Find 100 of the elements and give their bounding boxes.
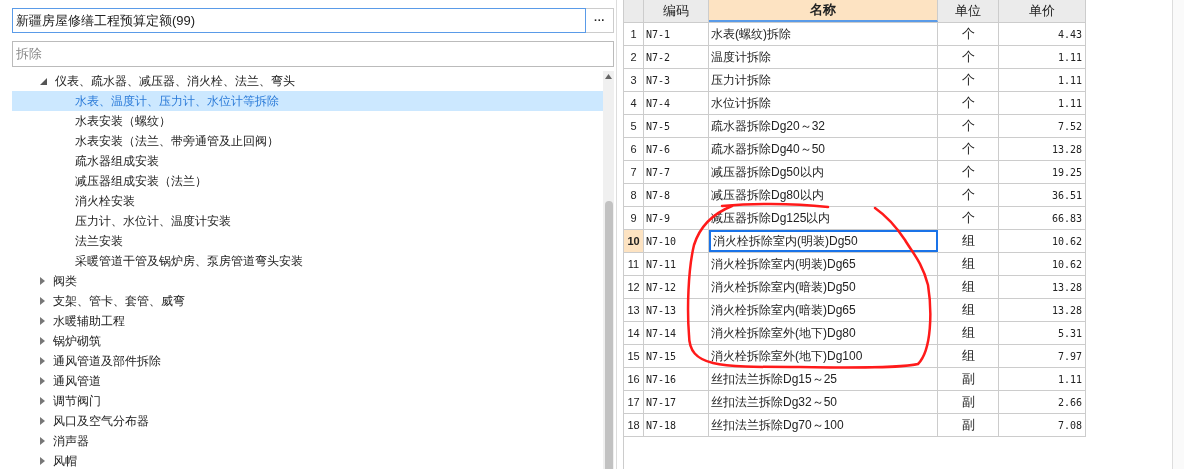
column-header[interactable]: 名称 bbox=[709, 0, 938, 22]
tree-item[interactable]: 通风管道 bbox=[12, 371, 603, 391]
price-cell: 19.25 bbox=[999, 161, 1086, 183]
name-cell[interactable]: 压力计拆除 bbox=[709, 69, 938, 91]
unit-cell: 组 bbox=[938, 345, 999, 367]
tree-item[interactable]: 通风管道及部件拆除 bbox=[12, 351, 603, 371]
tree-item[interactable]: 压力计、水位计、温度计安装 bbox=[12, 211, 603, 231]
price-cell: 1.11 bbox=[999, 69, 1086, 91]
name-cell[interactable]: 温度计拆除 bbox=[709, 46, 938, 68]
tree-item[interactable]: 水暖辅助工程 bbox=[12, 311, 603, 331]
code-cell: N7-17 bbox=[644, 391, 709, 413]
unit-cell: 个 bbox=[938, 115, 999, 137]
expand-arrow-icon[interactable] bbox=[40, 377, 45, 385]
row-number: 12 bbox=[624, 276, 644, 298]
tree-item[interactable]: 风口及空气分布器 bbox=[12, 411, 603, 431]
unit-cell: 组 bbox=[938, 253, 999, 275]
code-cell: N7-9 bbox=[644, 207, 709, 229]
name-cell[interactable]: 消火栓拆除室外(地下)Dg80 bbox=[709, 322, 938, 344]
tree-item[interactable]: 减压器组成安装（法兰） bbox=[12, 171, 603, 191]
code-cell: N7-7 bbox=[644, 161, 709, 183]
name-cell[interactable]: 疏水器拆除Dg40～50 bbox=[709, 138, 938, 160]
column-header[interactable]: 单价 bbox=[999, 0, 1086, 22]
scroll-up-icon[interactable] bbox=[605, 74, 612, 79]
tree-item[interactable]: 水表安装（法兰、带旁通管及止回阀） bbox=[12, 131, 603, 151]
name-cell[interactable]: 丝扣法兰拆除Dg70～100 bbox=[709, 414, 938, 436]
name-cell[interactable]: 减压器拆除Dg80以内 bbox=[709, 184, 938, 206]
name-cell[interactable]: 消火栓拆除室内(暗装)Dg65 bbox=[709, 299, 938, 321]
more-button[interactable]: ··· bbox=[586, 8, 614, 33]
tree-item[interactable]: 锅炉砌筑 bbox=[12, 331, 603, 351]
scrollbar[interactable] bbox=[603, 71, 614, 469]
name-cell[interactable]: 丝扣法兰拆除Dg32～50 bbox=[709, 391, 938, 413]
expand-arrow-icon[interactable] bbox=[40, 417, 45, 425]
tree-item[interactable]: 水表、温度计、压力计、水位计等拆除 bbox=[12, 91, 603, 111]
expand-arrow-icon[interactable] bbox=[40, 317, 45, 325]
name-cell[interactable]: 消火栓拆除室内(明装)Dg65 bbox=[709, 253, 938, 275]
expand-arrow-icon[interactable] bbox=[40, 457, 45, 465]
tree-item[interactable]: 疏水器组成安装 bbox=[12, 151, 603, 171]
code-cell: N7-12 bbox=[644, 276, 709, 298]
unit-cell: 组 bbox=[938, 230, 999, 252]
row-number: 2 bbox=[624, 46, 644, 68]
collapse-arrow-icon[interactable] bbox=[40, 77, 47, 85]
code-cell: N7-6 bbox=[644, 138, 709, 160]
expand-arrow-icon[interactable] bbox=[40, 437, 45, 445]
name-cell[interactable]: 消火栓拆除室内(明装)Dg50 bbox=[709, 230, 938, 252]
library-field[interactable]: 新疆房屋修缮工程预算定额(99) bbox=[12, 8, 586, 33]
price-cell: 7.52 bbox=[999, 115, 1086, 137]
code-cell: N7-5 bbox=[644, 115, 709, 137]
price-cell: 66.83 bbox=[999, 207, 1086, 229]
price-cell: 1.11 bbox=[999, 368, 1086, 390]
price-cell: 7.08 bbox=[999, 414, 1086, 436]
unit-cell: 个 bbox=[938, 92, 999, 114]
price-cell: 13.28 bbox=[999, 276, 1086, 298]
column-header[interactable]: 单位 bbox=[938, 0, 999, 22]
name-cell[interactable]: 减压器拆除Dg50以内 bbox=[709, 161, 938, 183]
unit-cell: 个 bbox=[938, 207, 999, 229]
expand-arrow-icon[interactable] bbox=[40, 337, 45, 345]
expand-arrow-icon[interactable] bbox=[40, 397, 45, 405]
tree-item[interactable]: 调节阀门 bbox=[12, 391, 603, 411]
tree-item[interactable]: 消声器 bbox=[12, 431, 603, 451]
price-cell: 7.97 bbox=[999, 345, 1086, 367]
row-number: 10 bbox=[624, 230, 644, 252]
unit-cell: 副 bbox=[938, 414, 999, 436]
name-cell[interactable]: 水表(螺纹)拆除 bbox=[709, 23, 938, 45]
tree-item[interactable]: 支架、管卡、套管、威弯 bbox=[12, 291, 603, 311]
code-cell: N7-14 bbox=[644, 322, 709, 344]
name-cell[interactable]: 消火栓拆除室外(地下)Dg100 bbox=[709, 345, 938, 367]
row-number: 9 bbox=[624, 207, 644, 229]
unit-cell: 个 bbox=[938, 69, 999, 91]
expand-arrow-icon[interactable] bbox=[40, 357, 45, 365]
scrollbar-thumb[interactable] bbox=[604, 201, 613, 469]
tree-item[interactable]: 仪表、疏水器、减压器、消火栓、法兰、弯头 bbox=[12, 71, 603, 91]
name-cell[interactable]: 疏水器拆除Dg20～32 bbox=[709, 115, 938, 137]
row-number: 5 bbox=[624, 115, 644, 137]
row-number: 7 bbox=[624, 161, 644, 183]
unit-cell: 个 bbox=[938, 161, 999, 183]
expand-arrow-icon[interactable] bbox=[40, 277, 45, 285]
expand-arrow-icon[interactable] bbox=[40, 297, 45, 305]
code-cell: N7-10 bbox=[644, 230, 709, 252]
unit-cell: 个 bbox=[938, 23, 999, 45]
tree-item[interactable]: 采暖管道干管及锅炉房、泵房管道弯头安装 bbox=[12, 251, 603, 271]
unit-cell: 组 bbox=[938, 276, 999, 298]
row-number: 17 bbox=[624, 391, 644, 413]
code-cell: N7-1 bbox=[644, 23, 709, 45]
tree-item[interactable]: 水表安装（螺纹） bbox=[12, 111, 603, 131]
name-cell[interactable]: 丝扣法兰拆除Dg15～25 bbox=[709, 368, 938, 390]
row-number: 11 bbox=[624, 253, 644, 275]
row-number: 8 bbox=[624, 184, 644, 206]
name-cell[interactable]: 消火栓拆除室内(暗装)Dg50 bbox=[709, 276, 938, 298]
price-cell: 2.66 bbox=[999, 391, 1086, 413]
code-cell: N7-15 bbox=[644, 345, 709, 367]
column-header[interactable]: 编码 bbox=[644, 0, 709, 22]
row-number: 13 bbox=[624, 299, 644, 321]
unit-cell: 个 bbox=[938, 184, 999, 206]
search-field[interactable]: 拆除 bbox=[12, 41, 614, 67]
price-cell: 10.62 bbox=[999, 253, 1086, 275]
tree-item[interactable]: 法兰安装 bbox=[12, 231, 603, 251]
tree-item[interactable]: 风帽 bbox=[12, 451, 603, 469]
tree-item[interactable]: 消火栓安装 bbox=[12, 191, 603, 211]
name-cell[interactable]: 水位计拆除 bbox=[709, 92, 938, 114]
tree-item[interactable]: 阀类 bbox=[12, 271, 603, 291]
